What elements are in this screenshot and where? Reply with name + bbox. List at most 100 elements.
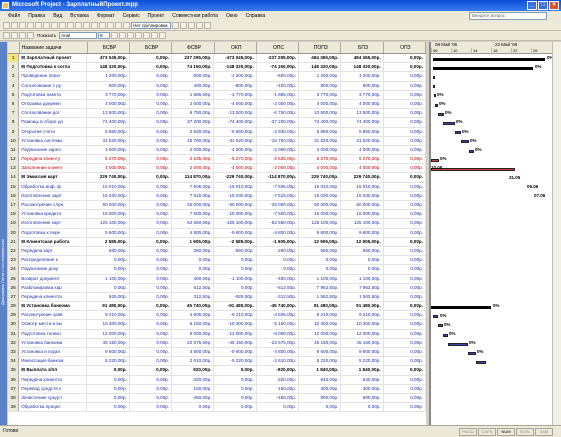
value-cell[interactable]: 15 760,00р. bbox=[172, 136, 215, 145]
task-bar[interactable] bbox=[438, 324, 443, 328]
value-cell[interactable]: 0,00р. bbox=[384, 90, 426, 99]
unlink-icon[interactable] bbox=[91, 22, 98, 29]
preview-icon[interactable] bbox=[35, 22, 42, 29]
row-id[interactable]: 14 bbox=[8, 173, 20, 182]
row-id[interactable]: 27 bbox=[8, 292, 20, 302]
value-cell[interactable]: 0,00р. bbox=[130, 118, 173, 127]
value-cell[interactable]: 0,00р. bbox=[384, 393, 426, 403]
underline-icon[interactable] bbox=[127, 32, 135, 39]
value-cell[interactable]: -925,00р. bbox=[214, 292, 257, 302]
row-id[interactable]: 24 bbox=[8, 265, 20, 274]
value-cell[interactable]: 91 480,00р. bbox=[87, 302, 130, 311]
task-name-cell[interactable]: Зачисление средст bbox=[19, 393, 88, 403]
value-cell[interactable]: 31 520,00р. bbox=[87, 136, 130, 145]
table-row[interactable]: 2 ⊟ Подготовка к согла 148 320,00р. 0,00р.… bbox=[8, 63, 426, 73]
value-cell[interactable]: 0,00р. bbox=[87, 393, 130, 403]
menu-tools[interactable]: Сервис bbox=[119, 13, 144, 19]
task-name-cell[interactable]: Изготовление зарп bbox=[19, 191, 88, 200]
header-bcwp[interactable]: БСВР bbox=[130, 42, 173, 53]
value-cell[interactable]: 450,00р. bbox=[172, 393, 215, 403]
value-cell[interactable]: 0,00р. bbox=[130, 145, 173, 155]
value-cell[interactable]: 1 200,00р. bbox=[299, 72, 342, 81]
value-cell[interactable]: -5 270,00р. bbox=[214, 155, 257, 164]
value-cell[interactable]: 229 740,00р. bbox=[299, 173, 342, 182]
row-id[interactable]: 39 bbox=[8, 403, 20, 412]
value-cell[interactable]: 237 295,00р. bbox=[172, 54, 215, 63]
value-cell[interactable]: 50 000,00р. bbox=[87, 201, 130, 210]
value-cell[interactable]: -4 000,00р. bbox=[214, 164, 257, 173]
row-id[interactable]: 5 bbox=[8, 90, 20, 99]
table-row[interactable]: 3 Проведение перег 1 200,00р. 0,00р. 600,00… bbox=[8, 72, 426, 82]
task-name-cell[interactable]: ⊟ Клиентская работа bbox=[19, 237, 88, 246]
value-cell[interactable]: 15 000,00р. bbox=[341, 210, 384, 219]
table-row[interactable]: 21 ⊟ Клиентская работа 2 585,00р. 0,00р. 1 … bbox=[8, 237, 426, 247]
value-cell[interactable]: 0,00р. bbox=[214, 366, 257, 375]
value-cell[interactable]: 9 210,00р. bbox=[87, 311, 130, 320]
value-cell[interactable]: -7 500,00р. bbox=[257, 210, 300, 219]
zoom-in-icon[interactable] bbox=[172, 22, 179, 29]
value-cell[interactable]: 0,00р. bbox=[130, 90, 173, 99]
value-cell[interactable]: 0,00р. bbox=[130, 219, 173, 228]
value-cell[interactable]: -612,50р. bbox=[257, 283, 300, 292]
table-row[interactable]: 19 Изготовление карт 125 100,00р. 0,00р. 62… bbox=[8, 219, 426, 229]
value-cell[interactable]: -237 295,00р. bbox=[257, 54, 300, 63]
close-button[interactable]: × bbox=[549, 1, 559, 10]
value-cell[interactable]: 0,00р. bbox=[130, 256, 173, 265]
value-cell[interactable]: 0,00р. bbox=[130, 99, 173, 109]
summary-bar[interactable] bbox=[433, 57, 545, 61]
value-cell[interactable]: 0,00р. bbox=[257, 265, 300, 274]
value-cell[interactable]: 312,50р. bbox=[172, 292, 215, 302]
value-cell[interactable]: 4 000,00р. bbox=[87, 164, 130, 173]
summary-bar[interactable] bbox=[433, 66, 533, 70]
menu-collaborate[interactable]: Совместная работа bbox=[168, 13, 222, 19]
value-cell[interactable]: -4 000,00р. bbox=[214, 145, 257, 155]
table-row[interactable]: 38 Зачисление средст 0,00р. 0,00р. 450,00р.… bbox=[8, 393, 426, 404]
value-cell[interactable]: -45 150,00р. bbox=[214, 338, 257, 347]
table-row[interactable]: 4 Согласование с ру 800,00р. 0,00р. 400,00р… bbox=[8, 81, 426, 91]
value-cell[interactable]: 0,00р. bbox=[384, 164, 426, 173]
value-cell[interactable]: -25 000,00р. bbox=[257, 201, 300, 210]
help-icon[interactable] bbox=[204, 22, 211, 29]
task-bar[interactable] bbox=[461, 140, 469, 144]
table-row[interactable]: 31 Подготовка телеко 12 000,00р. 0,00р. 6 0… bbox=[8, 329, 426, 339]
align-left-icon[interactable] bbox=[135, 32, 143, 39]
value-cell[interactable]: -5 220,00р. bbox=[214, 357, 257, 366]
row-id[interactable]: 22 bbox=[8, 246, 20, 256]
task-bar[interactable] bbox=[469, 149, 474, 153]
menu-insert[interactable]: Вставка bbox=[66, 13, 93, 19]
task-name-cell[interactable]: Установка банкома bbox=[19, 338, 88, 347]
value-cell[interactable]: 9 210,00р. bbox=[341, 311, 384, 320]
value-cell[interactable]: 12 000,00р. bbox=[87, 329, 130, 338]
value-cell[interactable]: -2 000,00р. bbox=[257, 145, 300, 155]
align-center-icon[interactable] bbox=[143, 32, 151, 39]
value-cell[interactable]: 74 160,00р. bbox=[172, 63, 215, 72]
value-cell[interactable]: 5 150,00р. bbox=[172, 320, 215, 329]
value-cell[interactable]: 0,00р. bbox=[130, 366, 173, 375]
value-cell[interactable]: 0,00р. bbox=[384, 292, 426, 302]
row-id[interactable]: 21 bbox=[8, 237, 20, 246]
value-cell[interactable]: 0,00р. bbox=[384, 173, 426, 182]
indent-icon[interactable] bbox=[11, 32, 18, 39]
value-cell[interactable]: 148 320,00р. bbox=[299, 63, 342, 72]
new-icon[interactable] bbox=[3, 22, 10, 29]
row-id[interactable]: 37 bbox=[8, 384, 20, 393]
value-cell[interactable]: -5 860,00р. bbox=[214, 127, 257, 136]
value-cell[interactable]: 2 610,00р. bbox=[172, 357, 215, 366]
value-cell[interactable]: -1 100,00р. bbox=[214, 274, 257, 283]
value-cell[interactable]: 0,00р. bbox=[384, 63, 426, 72]
value-cell[interactable]: 800,00р. bbox=[341, 81, 384, 90]
undo-icon[interactable] bbox=[75, 22, 82, 29]
copy-picture-icon[interactable] bbox=[196, 22, 203, 29]
table-row[interactable]: 23 Распределение к 0,00р. 0,00р. 0,00р. 0,00… bbox=[8, 256, 426, 266]
value-cell[interactable]: 0,00р. bbox=[257, 403, 300, 412]
value-cell[interactable]: -1 605,00р. bbox=[257, 237, 300, 246]
value-cell[interactable]: 0,00р. bbox=[384, 329, 426, 338]
row-id[interactable]: 1 bbox=[8, 54, 20, 63]
value-cell[interactable]: -31 520,00р. bbox=[214, 136, 257, 145]
value-cell[interactable]: -22 575,00р. bbox=[257, 338, 300, 347]
value-cell[interactable]: -9 600,00р. bbox=[214, 228, 257, 237]
value-cell[interactable]: 4 000,00р. bbox=[341, 164, 384, 173]
value-cell[interactable]: 0,00р. bbox=[130, 274, 173, 283]
task-name-cell[interactable]: Помощь в сборе до bbox=[19, 118, 88, 127]
row-id[interactable]: 36 bbox=[8, 375, 20, 384]
